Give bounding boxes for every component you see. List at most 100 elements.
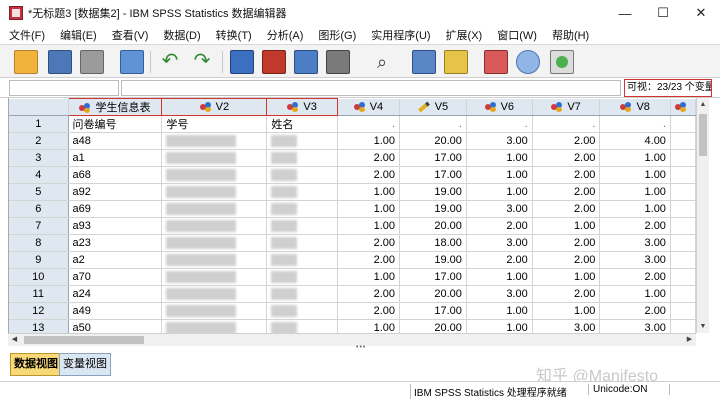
menu-graphs[interactable]: 图形(G) <box>318 27 356 43</box>
cell-v9[interactable] <box>670 251 696 269</box>
row-number[interactable]: 3 <box>9 149 69 167</box>
cell-v6[interactable]: 3.00 <box>466 132 533 150</box>
cell-v2[interactable] <box>161 166 268 184</box>
cell-v5[interactable]: 17.00 <box>399 302 467 320</box>
column-header-v5[interactable]: V5 <box>399 98 467 116</box>
column-header-v1[interactable]: 学生信息表 <box>67 98 163 116</box>
cell-v1[interactable]: a69 <box>68 200 163 218</box>
row-number[interactable]: 7 <box>9 217 69 235</box>
cell-v3[interactable] <box>266 251 338 269</box>
cell-v5[interactable]: . <box>399 115 467 133</box>
cell-v7[interactable]: 2.00 <box>532 149 601 167</box>
find-icon[interactable]: ⌕ <box>370 50 394 74</box>
menu-help[interactable]: 帮助(H) <box>552 27 589 43</box>
cell-v3[interactable] <box>266 217 338 235</box>
insert-variable-icon[interactable] <box>444 50 468 74</box>
cell-v7[interactable]: 2.00 <box>532 234 601 252</box>
cell-v1[interactable]: a23 <box>68 234 163 252</box>
row-number[interactable]: 1 <box>9 115 69 133</box>
data-grid[interactable]: 学生信息表 V2 V3 V4 V5 V6 V7 V8 1 问卷编号 学号 姓名....… <box>8 98 696 333</box>
cell-v5[interactable]: 20.00 <box>399 319 467 333</box>
cell-reference-field[interactable] <box>9 80 119 96</box>
menu-file[interactable]: 文件(F) <box>9 27 45 43</box>
cell-v1[interactable]: a93 <box>68 217 163 235</box>
cell-v1[interactable]: a24 <box>68 285 163 303</box>
cell-v2[interactable] <box>161 319 268 333</box>
cell-v3[interactable] <box>266 268 338 286</box>
row-number[interactable]: 6 <box>9 200 69 218</box>
cell-v4[interactable]: 2.00 <box>337 166 401 184</box>
cell-v4[interactable]: 2.00 <box>337 302 401 320</box>
cell-v9[interactable] <box>670 302 696 320</box>
cell-v7[interactable]: 2.00 <box>532 285 601 303</box>
menu-edit[interactable]: 编辑(E) <box>60 27 97 43</box>
cell-v8[interactable]: 1.00 <box>599 166 671 184</box>
cell-v5[interactable]: 20.00 <box>399 132 467 150</box>
cell-v5[interactable]: 19.00 <box>399 183 467 201</box>
cell-v9[interactable] <box>670 115 696 133</box>
redo-icon[interactable]: ↷ <box>190 50 214 74</box>
cell-v8[interactable]: 3.00 <box>599 319 671 333</box>
cell-v1[interactable]: a1 <box>68 149 163 167</box>
dialog-recall-icon[interactable] <box>120 50 144 74</box>
cell-v7[interactable]: 2.00 <box>532 251 601 269</box>
cell-v1[interactable]: a70 <box>68 268 163 286</box>
split-file-icon[interactable] <box>484 50 508 74</box>
column-header-v3[interactable]: V3 <box>266 98 338 116</box>
scroll-right-icon[interactable]: ▶ <box>683 334 696 346</box>
undo-icon[interactable]: ↶ <box>158 50 182 74</box>
cell-v8[interactable]: 4.00 <box>599 132 671 150</box>
menu-window[interactable]: 窗口(W) <box>497 27 537 43</box>
cell-v8[interactable]: 2.00 <box>599 217 671 235</box>
menu-extensions[interactable]: 扩展(X) <box>446 27 483 43</box>
cell-v5[interactable]: 20.00 <box>399 285 467 303</box>
row-number[interactable]: 13 <box>9 319 69 333</box>
cell-v2[interactable] <box>161 302 268 320</box>
cell-v2[interactable] <box>161 217 268 235</box>
cell-v3[interactable] <box>266 302 338 320</box>
cell-v6[interactable]: 1.00 <box>466 268 533 286</box>
horizontal-scroll-thumb[interactable] <box>24 336 144 344</box>
cell-v9[interactable] <box>670 268 696 286</box>
row-number[interactable]: 2 <box>9 132 69 150</box>
cell-v9[interactable] <box>670 285 696 303</box>
cell-v7[interactable]: 2.00 <box>532 200 601 218</box>
cell-v2[interactable] <box>161 251 268 269</box>
cell-v5[interactable]: 19.00 <box>399 200 467 218</box>
row-number[interactable]: 8 <box>9 234 69 252</box>
column-header-v8[interactable]: V8 <box>599 98 671 116</box>
cell-v6[interactable]: 1.00 <box>466 149 533 167</box>
cell-v2[interactable] <box>161 234 268 252</box>
cell-v7[interactable]: 1.00 <box>532 217 601 235</box>
cell-v8[interactable]: . <box>599 115 671 133</box>
cell-v6[interactable]: 3.00 <box>466 200 533 218</box>
cell-v8[interactable]: 3.00 <box>599 234 671 252</box>
cell-v8[interactable]: 1.00 <box>599 183 671 201</box>
cell-v9[interactable] <box>670 183 696 201</box>
corner-cell[interactable] <box>9 98 69 116</box>
cell-v2[interactable] <box>161 268 268 286</box>
cell-v4[interactable]: 1.00 <box>337 200 401 218</box>
cell-v3[interactable] <box>266 149 338 167</box>
cell-v4[interactable]: 1.00 <box>337 268 401 286</box>
column-header-v6[interactable]: V6 <box>466 98 533 116</box>
tab-variable-view[interactable]: 变量视图 <box>59 353 111 376</box>
variables-icon[interactable] <box>294 50 318 74</box>
cell-v8[interactable]: 2.00 <box>599 302 671 320</box>
cell-v9[interactable] <box>670 149 696 167</box>
cell-v2[interactable]: 学号 <box>161 115 268 133</box>
cell-v9[interactable] <box>670 319 696 333</box>
cell-v4[interactable]: 2.00 <box>337 251 401 269</box>
cell-v7[interactable]: . <box>532 115 601 133</box>
value-labels-icon[interactable] <box>556 56 568 68</box>
cell-v4[interactable]: 2.00 <box>337 234 401 252</box>
maximize-button[interactable]: ☐ <box>644 0 682 26</box>
cell-v4[interactable]: 1.00 <box>337 217 401 235</box>
goto-variable-icon[interactable] <box>262 50 286 74</box>
cell-v8[interactable]: 2.00 <box>599 268 671 286</box>
cell-v8[interactable]: 1.00 <box>599 285 671 303</box>
cell-v2[interactable] <box>161 200 268 218</box>
cell-v4[interactable]: 1.00 <box>337 132 401 150</box>
cell-v6[interactable]: 2.00 <box>466 251 533 269</box>
cell-v6[interactable]: 1.00 <box>466 166 533 184</box>
